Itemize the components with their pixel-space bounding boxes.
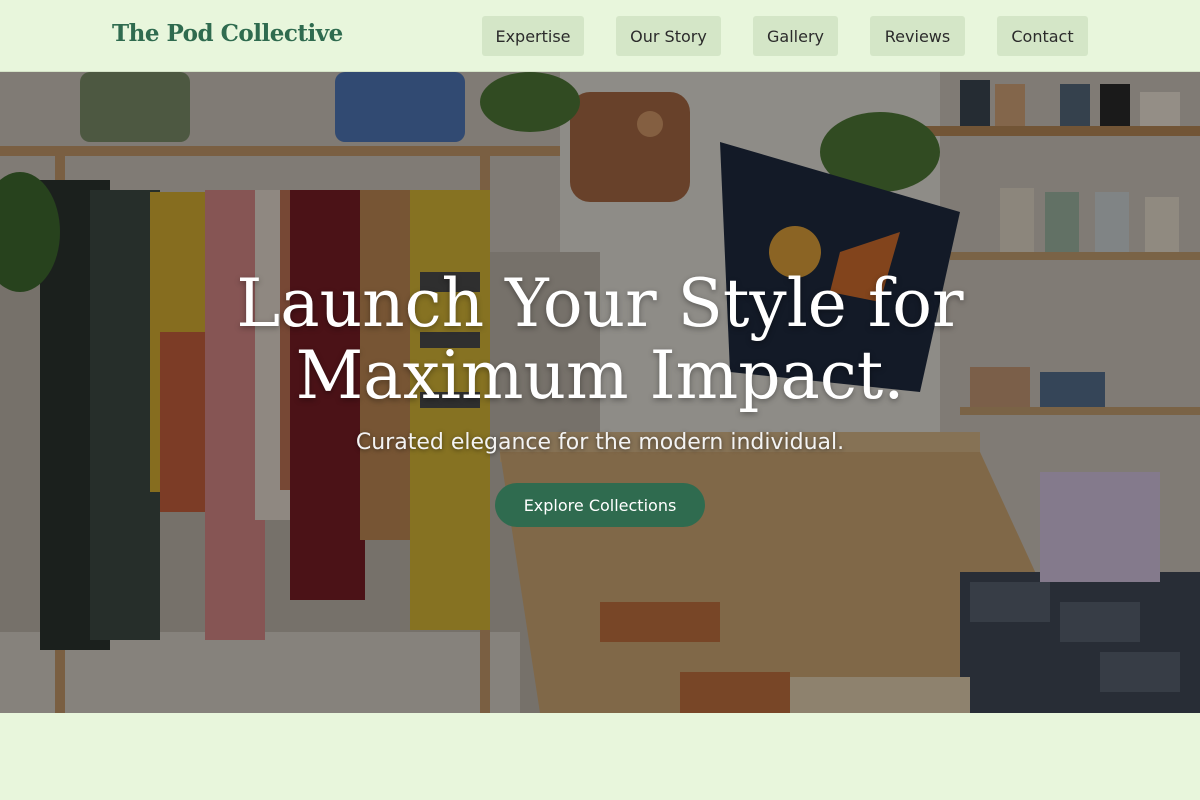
explore-collections-button[interactable]: Explore Collections <box>495 483 705 527</box>
brand-logo[interactable]: The Pod Collective <box>112 20 343 47</box>
page-below-hero <box>0 713 1200 800</box>
nav-contact-button[interactable]: Contact <box>997 16 1088 56</box>
hero-title: Launch Your Style for Maximum Impact. <box>236 265 964 414</box>
nav-reviews-button[interactable]: Reviews <box>870 16 965 56</box>
nav-expertise-button[interactable]: Expertise <box>482 16 584 56</box>
nav-our-story-button[interactable]: Our Story <box>616 16 721 56</box>
hero-subtitle: Curated elegance for the modern individu… <box>355 430 845 455</box>
hero-section: Launch Your Style for Maximum Impact. Cu… <box>0 72 1200 713</box>
nav-gallery-button[interactable]: Gallery <box>753 16 838 56</box>
site-header: The Pod Collective Expertise Our Story G… <box>0 0 1200 72</box>
